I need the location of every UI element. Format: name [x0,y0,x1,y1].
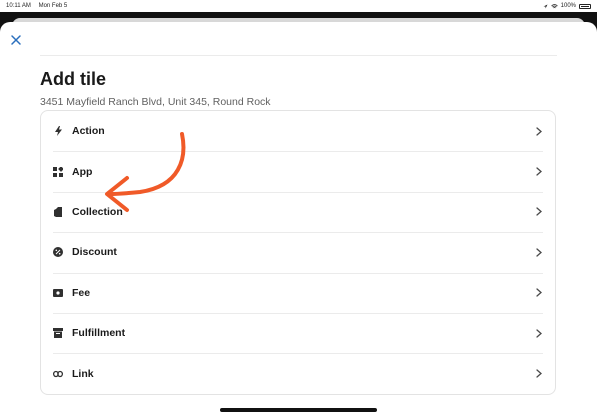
tile-row-link[interactable]: Link [41,353,555,393]
status-bar: 10:11 AM Mon Feb 5 100% [0,0,597,12]
tile-row-fulfillment[interactable]: Fulfillment [41,312,555,353]
status-right: 100% [543,3,591,9]
chevron-right-icon [535,167,543,177]
battery-percent: 100% [560,3,576,9]
tile-label: App [72,165,93,178]
status-left: 10:11 AM Mon Feb 5 [6,3,73,9]
chevron-right-icon [535,247,543,257]
home-indicator[interactable] [220,408,377,412]
tile-label: Fee [72,286,91,299]
header-divider [40,55,557,56]
status-time: 10:11 AM [6,3,31,9]
location-icon [543,4,548,8]
tile-label: Action [72,125,105,138]
tile-label: Discount [72,246,117,259]
link-icon [53,369,63,379]
chevron-right-icon [535,126,543,136]
tile-row-fee[interactable]: Fee [41,272,555,313]
collection-tag-icon [53,206,63,217]
page-title: Add tile [40,69,106,89]
tile-row-collection[interactable]: Collection [41,191,555,232]
tile-row-app[interactable]: App [41,151,555,191]
chevron-right-icon [535,328,543,338]
lightning-icon [53,126,63,137]
status-date: Mon Feb 5 [38,3,68,9]
tile-row-discount[interactable]: Discount [41,232,555,272]
cash-icon [53,288,63,298]
screen: 10:11 AM Mon Feb 5 100% Add tile 3451 Ma… [0,0,597,417]
chevron-right-icon [535,369,543,379]
chevron-right-icon [535,207,543,217]
battery-icon [579,3,591,9]
tile-label: Link [72,367,94,380]
close-button[interactable] [9,34,23,48]
apps-grid-icon [53,166,63,177]
tile-label: Fulfillment [72,327,126,340]
tile-list: Action App Collection Discount Fee Fulfi… [40,110,556,395]
tile-label: Collection [72,205,123,218]
page-subtitle: 3451 Mayfield Ranch Blvd, Unit 345, Roun… [40,96,271,108]
tile-row-action[interactable]: Action [41,111,555,151]
chevron-right-icon [535,288,543,298]
wifi-icon [550,3,558,8]
close-icon [11,35,21,45]
fulfillment-icon [53,328,63,339]
discount-icon [53,247,63,258]
